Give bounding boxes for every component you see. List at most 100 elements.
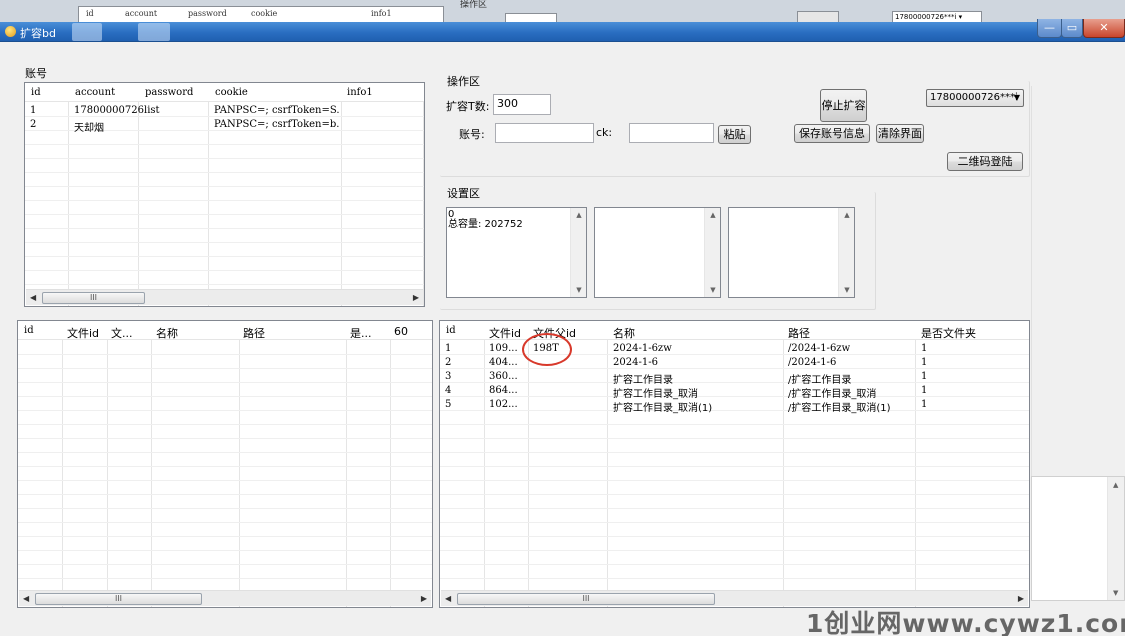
scroll-right-icon[interactable]: ▶ (413, 293, 419, 302)
files-left-horizontal-scrollbar[interactable]: ◀ III ▶ (19, 590, 431, 606)
files-left-header-path[interactable]: 路径 (243, 325, 265, 341)
files-row4-fileid[interactable]: 864... (489, 385, 518, 396)
settings-textarea-1[interactable]: 0 总容量: 202752 ▲ ▼ (446, 207, 587, 298)
scroll-left-icon[interactable]: ◀ (30, 293, 36, 302)
accounts-row1-account[interactable]: 17800000726 (74, 105, 144, 116)
files-left-header-name[interactable]: 名称 (156, 325, 178, 341)
account-select[interactable]: 17800000726***i ▼ (926, 89, 1024, 107)
scroll-up-icon[interactable]: ▲ (705, 211, 721, 219)
files-row1-fileid[interactable]: 109... (489, 343, 518, 354)
files-row5-fileid[interactable]: 102... (489, 399, 518, 410)
log-textbox[interactable]: ▲ ▼ (1031, 476, 1125, 601)
accounts-header-cookie[interactable]: cookie (215, 87, 248, 98)
files-row1-id[interactable]: 1 (445, 343, 451, 354)
files-row4-path[interactable]: /扩容工作目录_取消 (788, 385, 876, 400)
expand-tb-input[interactable]: 300 (493, 94, 551, 115)
scroll-down-icon[interactable]: ▼ (1113, 589, 1118, 597)
title-bar[interactable]: 扩容bd — ▭ ✕ (0, 19, 1125, 42)
ck-input[interactable] (629, 123, 714, 143)
files-row5-name[interactable]: 扩容工作目录_取消(1) (613, 399, 712, 414)
files-row4-id[interactable]: 4 (445, 385, 451, 396)
accounts-row2-id[interactable]: 2 (30, 119, 36, 130)
settings-textarea-3[interactable]: ▲ ▼ (728, 207, 855, 298)
log-vertical-scrollbar[interactable]: ▲ ▼ (1107, 477, 1124, 600)
files-left-header-extra[interactable]: 60 (394, 325, 408, 338)
scroll-right-icon[interactable]: ▶ (1018, 594, 1024, 603)
stop-expand-button[interactable]: 停止扩容 (820, 89, 867, 122)
files-row1-path[interactable]: /2024-1-6zw (788, 343, 850, 354)
files-row1-name[interactable]: 2024-1-6zw (613, 343, 672, 354)
accounts-horizontal-scrollbar[interactable]: ◀ III ▶ (26, 289, 423, 305)
files-row4-isfolder[interactable]: 1 (921, 385, 927, 396)
account-select-value: 17800000726***i (930, 92, 1018, 103)
accounts-row1-password[interactable]: list (144, 105, 160, 116)
clear-ui-button[interactable]: 清除界面 (876, 124, 924, 143)
files-right-header-name[interactable]: 名称 (613, 325, 635, 341)
files-row4-name[interactable]: 扩容工作目录_取消 (613, 385, 698, 400)
scroll-thumb[interactable]: III (42, 292, 145, 304)
scroll-down-icon[interactable]: ▼ (571, 286, 587, 294)
files-row2-id[interactable]: 2 (445, 357, 451, 368)
paste-button[interactable]: 粘贴 (718, 125, 751, 144)
row-separator (440, 382, 1029, 383)
scroll-up-icon[interactable]: ▲ (571, 211, 587, 219)
row-separator (440, 452, 1029, 453)
scroll-down-icon[interactable]: ▼ (705, 286, 721, 294)
files-left-header-isfolder[interactable]: 是... (350, 325, 372, 341)
background-window: id account password cookie info1 操作区 178… (0, 0, 1125, 24)
files-row2-fileid[interactable]: 404... (489, 357, 518, 368)
files-row5-id[interactable]: 5 (445, 399, 451, 410)
files-right-header-isfolder[interactable]: 是否文件夹 (921, 325, 976, 341)
qr-login-button[interactable]: 二维码登陆 (947, 152, 1023, 171)
accounts-header-id[interactable]: id (31, 87, 41, 98)
files-row3-id[interactable]: 3 (445, 371, 451, 382)
files-row2-name[interactable]: 2024-1-6 (613, 357, 658, 368)
scroll-thumb[interactable]: III (35, 593, 202, 605)
files-right-header-path[interactable]: 路径 (788, 325, 810, 341)
files-row2-path[interactable]: /2024-1-6 (788, 357, 836, 368)
files-right-header-id[interactable]: id (446, 325, 456, 336)
scroll-down-icon[interactable]: ▼ (839, 286, 855, 294)
textarea2-scrollbar[interactable]: ▲ ▼ (704, 208, 720, 297)
files-left-header-id[interactable]: id (24, 325, 34, 336)
accounts-header-info1[interactable]: info1 (347, 87, 373, 98)
save-account-button[interactable]: 保存账号信息 (794, 124, 870, 143)
scroll-thumb[interactable]: III (457, 593, 715, 605)
maximize-button[interactable]: ▭ (1061, 19, 1083, 38)
background-section-title: 操作区 (460, 0, 488, 10)
files-right-grid[interactable]: id 文件id 文件父id 名称 路径 是否文件夹 1 109... 198T … (439, 320, 1030, 608)
scroll-up-icon[interactable]: ▲ (839, 211, 855, 219)
files-row3-path[interactable]: /扩容工作目录 (788, 371, 851, 386)
close-button[interactable]: ✕ (1083, 19, 1125, 38)
background-header-id: id (86, 9, 94, 18)
files-right-header-fileid[interactable]: 文件id (489, 325, 521, 341)
files-row3-fileid[interactable]: 360... (489, 371, 518, 382)
files-row5-path[interactable]: /扩容工作目录_取消(1) (788, 399, 891, 414)
textarea3-scrollbar[interactable]: ▲ ▼ (838, 208, 854, 297)
files-row3-isfolder[interactable]: 1 (921, 371, 927, 382)
scroll-left-icon[interactable]: ◀ (23, 594, 29, 603)
textarea1-scrollbar[interactable]: ▲ ▼ (570, 208, 586, 297)
accounts-row2-account[interactable]: 天却烟 (74, 119, 104, 134)
files-row1-isfolder[interactable]: 1 (921, 343, 927, 354)
settings-textarea-2[interactable]: ▲ ▼ (594, 207, 721, 298)
accounts-row1-cookie[interactable]: PANPSC=; csrfToken=S... (214, 105, 340, 116)
account-input[interactable] (495, 123, 594, 143)
files-left-header-parent[interactable]: 文... (111, 325, 133, 341)
accounts-row2-cookie[interactable]: PANPSC=; csrfToken=b... (214, 119, 340, 130)
scroll-right-icon[interactable]: ▶ (421, 594, 427, 603)
files-row3-name[interactable]: 扩容工作目录 (613, 371, 673, 386)
row-separator (18, 452, 432, 453)
files-left-header-fileid[interactable]: 文件id (67, 325, 99, 341)
accounts-header-account[interactable]: account (75, 87, 115, 98)
files-row5-isfolder[interactable]: 1 (921, 399, 927, 410)
accounts-row1-id[interactable]: 1 (30, 105, 36, 116)
files-left-grid[interactable]: id 文件id 文... 名称 路径 是... 60 ◀ III ▶ (17, 320, 433, 608)
scroll-left-icon[interactable]: ◀ (445, 594, 451, 603)
accounts-grid[interactable]: id account password cookie info1 1 17800… (24, 82, 425, 307)
accounts-header-password[interactable]: password (145, 87, 193, 98)
scroll-up-icon[interactable]: ▲ (1113, 481, 1118, 489)
files-row2-isfolder[interactable]: 1 (921, 357, 927, 368)
row-separator (18, 354, 432, 355)
minimize-button[interactable]: — (1037, 19, 1062, 38)
